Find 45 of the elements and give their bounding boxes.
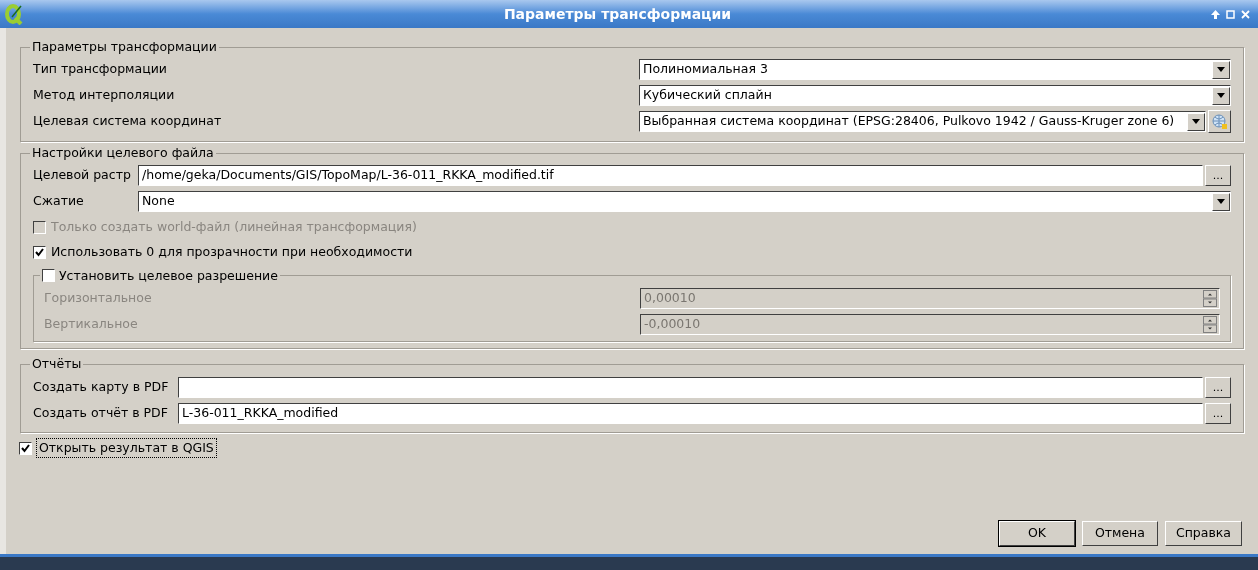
field-label: Создать карту в PDF [33,377,170,396]
dropdown-value: None [142,192,176,211]
crs-selector-button[interactable] [1208,110,1231,134]
browse-button[interactable]: ... [1205,376,1231,398]
path-field[interactable]: L-36-011_RKKA_modified [178,402,1203,424]
window-title: Параметры трансформации [502,4,733,24]
dropdown[interactable]: Кубический сплайн [639,85,1231,107]
field-label: Метод интерполяции [33,86,176,105]
path-field[interactable]: /home/geka/Documents/GIS/TopoMap/L-36-011_RKKA_modified.tif [138,165,1203,186]
checkbox-label: Установить целевое разрешение [59,266,278,285]
checkbox[interactable] [19,441,32,455]
dialog-button[interactable]: Справка [1164,521,1242,546]
group-title: Настройки целевого файла [31,143,215,162]
field-label: Целевой растр [33,166,132,185]
checkbox[interactable] [42,269,55,283]
group-title: Параметры трансформации [31,38,218,56]
dropdown[interactable]: Полиномиальная 3 [639,59,1231,81]
close-icon[interactable] [1241,9,1250,19]
checkbox-label: Только создать world-файл (линейная трансформация) [51,217,417,236]
field-label: Создать отчёт в PDF [33,403,169,422]
field-label: Вертикальное [44,314,139,333]
field-label: Тип трансформации [33,60,168,79]
browse-button[interactable]: ... [1205,402,1231,424]
field-label: Горизонтальное [44,288,153,307]
checkbox-label: Использовать 0 для прозрачности при необходимости [51,242,413,261]
arrow-up-icon[interactable] [1211,9,1220,19]
dropdown-value: Полиномиальная 3 [643,60,769,79]
dropdown[interactable]: Выбранная система координат (EPSG:28406, Pulkovo 1942 / Gauss-Kruger zone 6) [639,111,1206,133]
field-label: Целевая система координат [33,112,223,131]
app-logo-icon [4,3,24,25]
path-field[interactable] [178,376,1203,398]
spin-value: 0,00010 [644,288,697,307]
browse-button[interactable]: ... [1205,165,1231,186]
globe-icon [1211,113,1228,130]
group-title: Отчёты [31,355,83,374]
spin-value: -0,00010 [644,314,702,333]
maximize-icon[interactable] [1226,9,1235,19]
dropdown-value: Выбранная система координат (EPSG:28406, Pulkovo 1942 / Gauss-Kruger zone 6) [643,112,1176,131]
dialog-button[interactable]: Отмена [1081,521,1158,546]
dialog-button[interactable]: OK [998,521,1075,546]
field-label: Сжатие [33,192,85,211]
checkbox-label: Открыть результат в QGIS [36,437,217,459]
dropdown[interactable]: None [138,191,1231,212]
dropdown-value: Кубический сплайн [643,86,773,105]
checkbox[interactable] [33,245,46,259]
